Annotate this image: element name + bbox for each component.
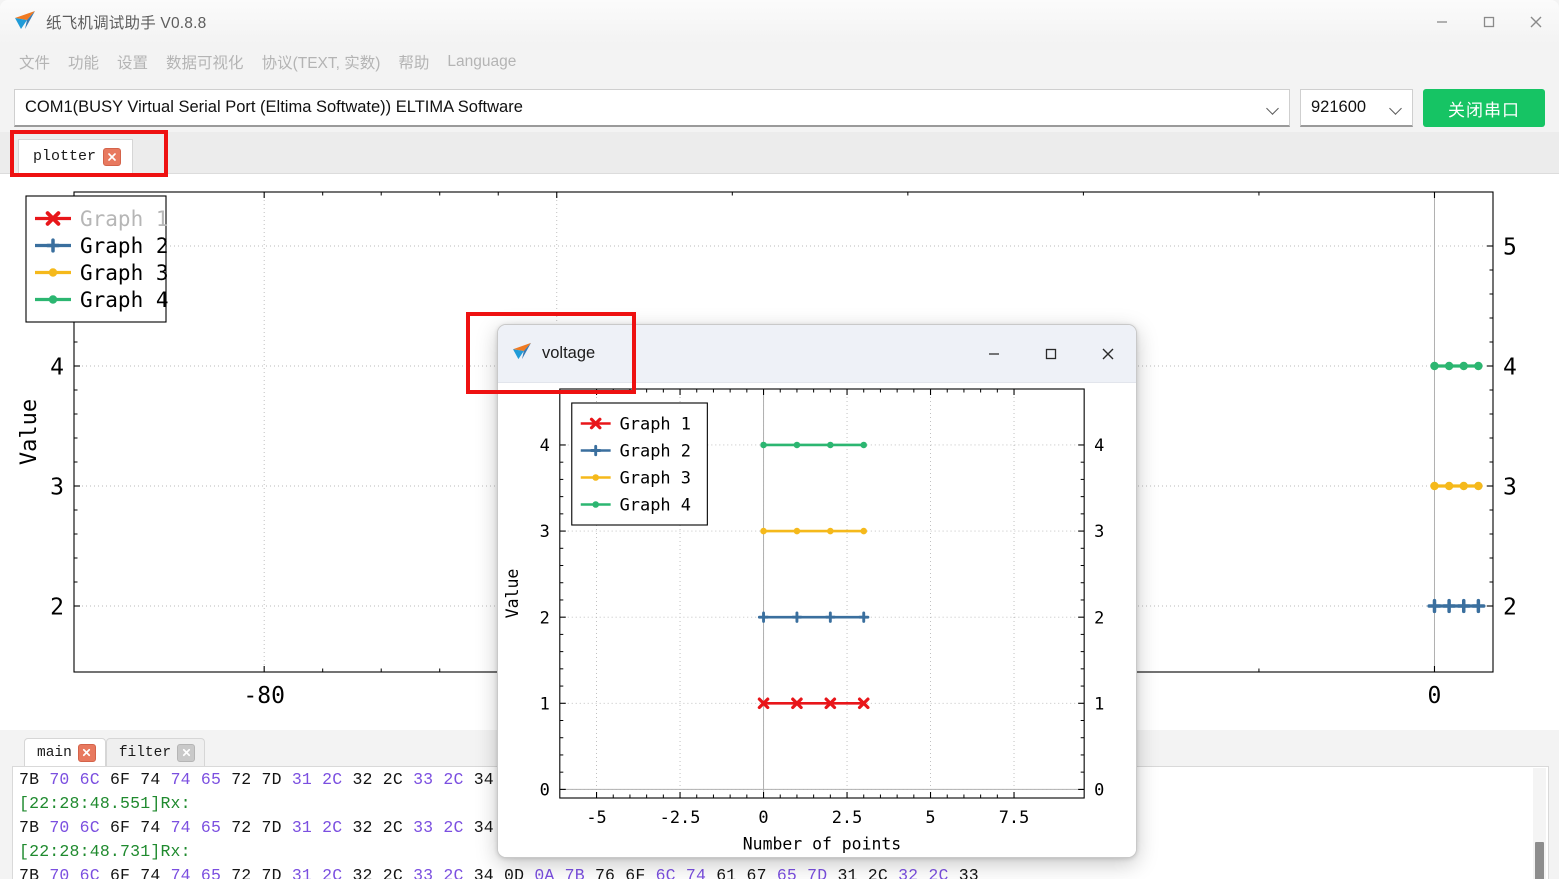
voltage-window-controls bbox=[965, 325, 1136, 383]
svg-text:-2.5: -2.5 bbox=[660, 808, 701, 828]
svg-text:5: 5 bbox=[925, 808, 935, 828]
voltage-window[interactable]: voltage 0 0 1 1 2 2 3 3 4 4 -5 -2.5 0 2.5 5 7.5 Value Num… bbox=[497, 324, 1137, 858]
svg-text:Graph 4: Graph 4 bbox=[620, 496, 691, 516]
svg-text:0: 0 bbox=[758, 808, 768, 828]
window-title: 纸飞机调试助手 V0.8.8 bbox=[46, 15, 207, 32]
menu-item-language[interactable]: Language bbox=[438, 50, 525, 74]
maximize-button[interactable] bbox=[1465, 0, 1512, 44]
menu-item-file[interactable]: 文件 bbox=[10, 48, 59, 76]
menu-item-help[interactable]: 帮助 bbox=[389, 48, 438, 76]
svg-text:Graph 3: Graph 3 bbox=[620, 469, 691, 489]
svg-text:2: 2 bbox=[50, 594, 64, 620]
log-scrollbar-thumb[interactable] bbox=[1535, 842, 1544, 879]
application-window: 纸飞机调试助手 V0.8.8 文件 功能 设置 数据可视化 协议(TEXT, 实… bbox=[0, 0, 1559, 879]
serial-port-value: COM1(BUSY Virtual Serial Port (Eltima So… bbox=[25, 98, 523, 116]
menu-item-function[interactable]: 功能 bbox=[59, 48, 108, 76]
svg-text:2: 2 bbox=[1503, 594, 1517, 620]
paper-plane-icon bbox=[512, 342, 532, 365]
tab-plotter[interactable]: plotter bbox=[18, 139, 134, 173]
voltage-minimize-button[interactable] bbox=[965, 325, 1022, 383]
close-icon[interactable] bbox=[177, 743, 196, 762]
plot-tab-strip: plotter bbox=[0, 132, 1559, 174]
chevron-down-icon bbox=[1265, 100, 1281, 116]
voltage-maximize-button[interactable] bbox=[1022, 325, 1079, 383]
svg-text:Graph 2: Graph 2 bbox=[620, 442, 691, 462]
svg-text:Graph 3: Graph 3 bbox=[80, 261, 169, 285]
log-line-hex: 7B 70 6C 6F 74 74 65 72 7D 31 2C 32 2C 3… bbox=[19, 866, 979, 879]
tab-filter-label: filter bbox=[118, 744, 172, 761]
chevron-down-icon bbox=[1388, 100, 1404, 116]
svg-text:Graph 2: Graph 2 bbox=[80, 234, 169, 258]
svg-text:Graph 1: Graph 1 bbox=[620, 415, 691, 435]
svg-text:Value: Value bbox=[17, 399, 42, 465]
log-scrollbar[interactable] bbox=[1533, 768, 1546, 879]
svg-text:7.5: 7.5 bbox=[999, 808, 1030, 828]
svg-text:3: 3 bbox=[50, 474, 64, 500]
svg-text:2.5: 2.5 bbox=[832, 808, 863, 828]
voltage-window-title: voltage bbox=[542, 344, 596, 362]
serial-port-toolbar: COM1(BUSY Virtual Serial Port (Eltima So… bbox=[0, 86, 1559, 130]
svg-text:Value: Value bbox=[503, 569, 522, 619]
svg-text:0: 0 bbox=[1428, 683, 1442, 709]
tab-plotter-label: plotter bbox=[33, 148, 97, 165]
title-bar: 纸飞机调试助手 V0.8.8 bbox=[0, 0, 1559, 44]
menu-item-data-visualization[interactable]: 数据可视化 bbox=[157, 48, 253, 76]
paper-plane-icon bbox=[14, 10, 36, 35]
serial-port-select[interactable]: COM1(BUSY Virtual Serial Port (Eltima So… bbox=[14, 89, 1290, 127]
tab-main[interactable]: main bbox=[24, 738, 106, 766]
svg-text:5: 5 bbox=[1503, 234, 1517, 260]
voltage-title-bar: voltage bbox=[498, 325, 1136, 383]
svg-text:0: 0 bbox=[540, 780, 550, 800]
svg-text:2: 2 bbox=[540, 608, 550, 628]
svg-text:3: 3 bbox=[540, 522, 550, 542]
svg-text:4: 4 bbox=[1094, 436, 1104, 456]
svg-text:-5: -5 bbox=[586, 808, 606, 828]
menu-item-protocol[interactable]: 协议(TEXT, 实数) bbox=[253, 48, 390, 76]
minimize-button[interactable] bbox=[1418, 0, 1465, 44]
svg-text:Number of points: Number of points bbox=[743, 834, 901, 853]
svg-text:4: 4 bbox=[1503, 354, 1517, 380]
window-controls bbox=[1418, 0, 1559, 44]
svg-text:0: 0 bbox=[1094, 780, 1104, 800]
svg-text:Graph 4: Graph 4 bbox=[80, 288, 169, 312]
menu-bar: 文件 功能 设置 数据可视化 协议(TEXT, 实数) 帮助 Language bbox=[0, 44, 1559, 80]
baud-rate-select[interactable]: 921600 bbox=[1300, 89, 1413, 127]
tab-filter[interactable]: filter bbox=[105, 738, 206, 766]
close-port-button[interactable]: 关闭串口 bbox=[1423, 89, 1545, 127]
svg-text:4: 4 bbox=[50, 354, 64, 380]
tab-main-label: main bbox=[37, 744, 72, 761]
menu-item-settings[interactable]: 设置 bbox=[108, 48, 157, 76]
close-icon[interactable] bbox=[103, 147, 122, 166]
svg-text:-80: -80 bbox=[243, 683, 285, 709]
voltage-close-button[interactable] bbox=[1079, 325, 1136, 383]
svg-text:3: 3 bbox=[1503, 474, 1517, 500]
svg-text:3: 3 bbox=[1094, 522, 1104, 542]
baud-rate-value: 921600 bbox=[1311, 98, 1367, 116]
svg-text:Graph 1: Graph 1 bbox=[80, 207, 169, 231]
close-icon[interactable] bbox=[77, 743, 96, 762]
close-button[interactable] bbox=[1512, 0, 1559, 44]
svg-text:4: 4 bbox=[540, 436, 550, 456]
voltage-plot-area[interactable]: 0 0 1 1 2 2 3 3 4 4 -5 -2.5 0 2.5 5 7.5 Value Number of p… bbox=[498, 383, 1136, 857]
svg-text:2: 2 bbox=[1094, 608, 1104, 628]
svg-text:1: 1 bbox=[1094, 694, 1104, 714]
svg-text:1: 1 bbox=[540, 694, 550, 714]
